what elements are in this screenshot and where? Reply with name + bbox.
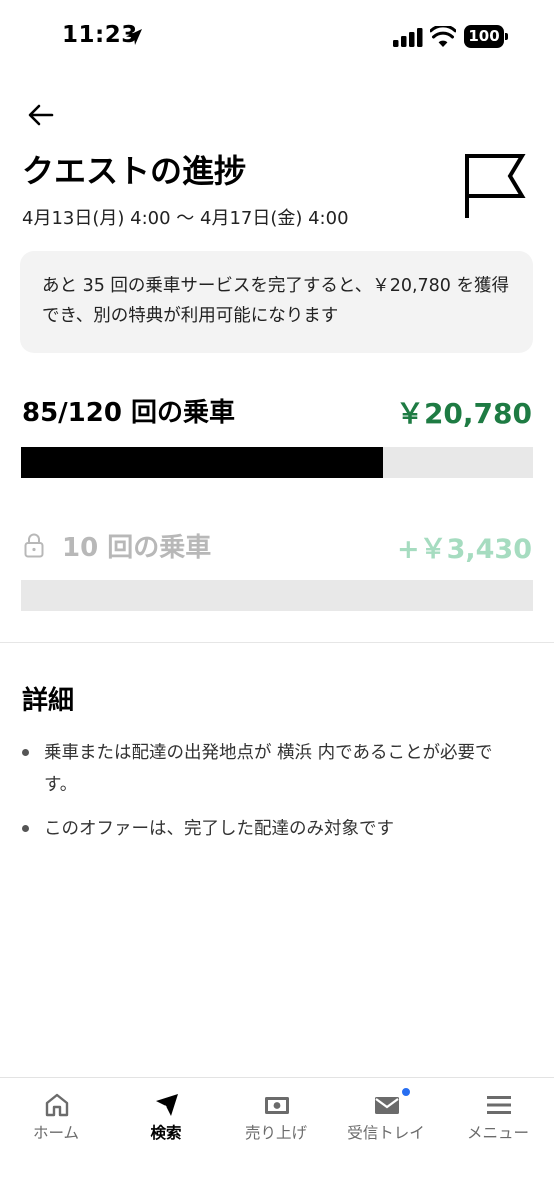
progress-bar-fill: [21, 447, 384, 478]
nav-label: 受信トレイ: [347, 1124, 425, 1142]
signal-icon: [393, 28, 423, 47]
section-divider: [0, 642, 554, 643]
nav-item-inbox[interactable]: 受信トレイ: [331, 1078, 441, 1168]
flag-icon: [465, 154, 526, 218]
progress-bar: [21, 447, 533, 478]
rides-progress-label: 85/120 回の乗車: [22, 398, 236, 428]
nav-label: メニュー: [466, 1124, 529, 1142]
nav-item-home[interactable]: ホーム: [1, 1078, 111, 1168]
locked-tier-reward: +￥3,430: [396, 534, 532, 565]
nav-label: ホーム: [32, 1124, 80, 1142]
details-list: 乗車または配達の出発地点が 横浜 内であることが必要です。 このオファーは、完了…: [22, 737, 522, 857]
quest-progress-screen: 11:23 100 クエストの進捗 4月13日(月) 4:00 〜 4月17日(…: [0, 0, 554, 1200]
details-item: このオファーは、完了した配達のみ対象です: [22, 813, 522, 845]
current-tier-row: 85/120 回の乗車 ￥20,780: [22, 392, 532, 432]
location-arrow-icon: [126, 29, 142, 45]
lock-icon: [24, 533, 44, 558]
battery-indicator: 100: [464, 25, 508, 48]
inbox-icon: [375, 1097, 399, 1114]
battery-level: 100: [464, 25, 504, 48]
nav-item-earnings[interactable]: 売り上げ: [221, 1078, 331, 1168]
page-title: クエストの進捗: [22, 152, 247, 190]
status-bar: 11:23 100: [0, 0, 554, 78]
details-item-text: 乗車または配達の出発地点が 横浜 内であることが必要です。: [44, 743, 493, 795]
home-icon: [45, 1093, 69, 1117]
nav-label: 検索: [150, 1124, 182, 1142]
nav-item-menu[interactable]: メニュー: [443, 1078, 553, 1168]
date-range: 4月13日(月) 4:00 〜 4月17日(金) 4:00: [22, 208, 349, 229]
bottom-nav: ホーム 検索 売り上げ 受信トレイ メニュー: [0, 1077, 554, 1200]
nav-label: 売り上げ: [244, 1124, 307, 1142]
back-arrow-icon[interactable]: [26, 100, 56, 130]
details-item: 乗車または配達の出発地点が 横浜 内であることが必要です。: [22, 737, 522, 801]
locked-tier-label: 10 回の乗車: [62, 533, 212, 563]
details-heading: 詳細: [22, 686, 75, 716]
locked-progress-bar: [21, 580, 533, 611]
reward-amount: ￥20,780: [395, 397, 532, 430]
menu-icon: [487, 1096, 511, 1114]
info-card-text: あと 35 回の乗車サービスを完了すると、￥20,780 を獲得でき、別の特典が…: [42, 276, 509, 326]
details-item-text: このオファーは、完了した配達のみ対象です: [44, 819, 394, 839]
wifi-icon: [430, 26, 456, 47]
earnings-icon: [265, 1097, 289, 1114]
notification-dot: [401, 1087, 411, 1097]
info-card: あと 35 回の乗車サービスを完了すると、￥20,780 を獲得でき、別の特典が…: [20, 251, 533, 353]
compass-icon: [155, 1094, 178, 1117]
nav-item-search[interactable]: 検索: [111, 1078, 221, 1168]
